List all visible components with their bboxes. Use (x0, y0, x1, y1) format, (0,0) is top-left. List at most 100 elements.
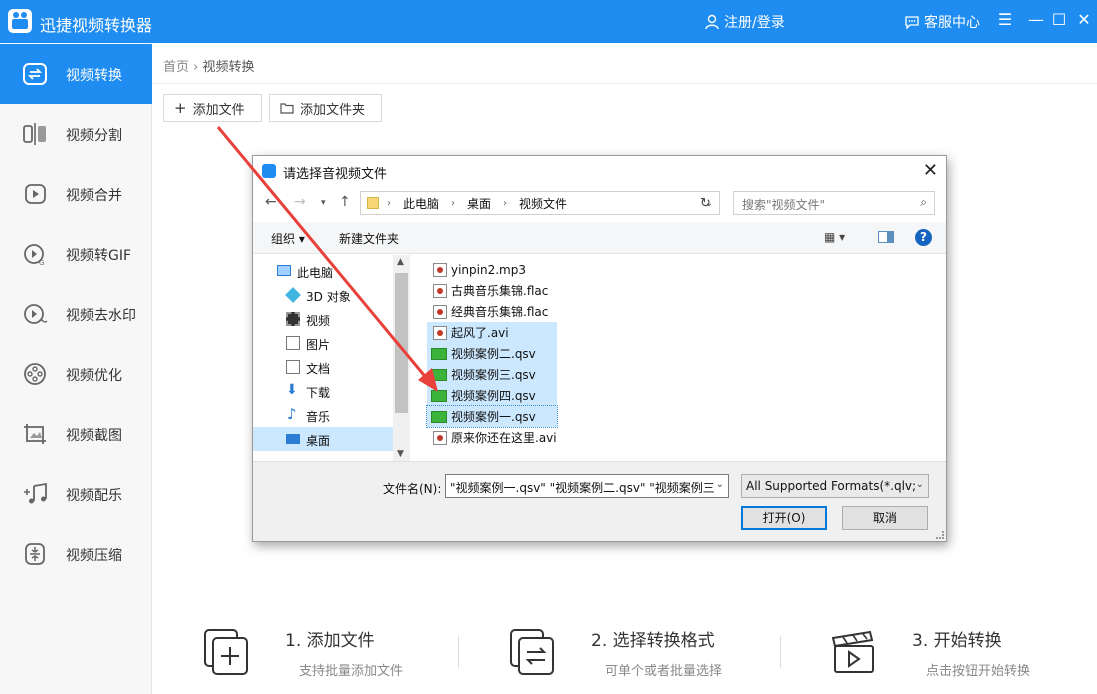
sidebar-item-label: 视频截图 (66, 428, 122, 444)
address-bar[interactable]: › 此电脑 › 桌面 › 视频文件 ⌄ (360, 191, 720, 215)
sidebar-item-video-merge[interactable]: 视频合并 (0, 164, 152, 224)
sidebar-item-video-music[interactable]: 视频配乐 (0, 464, 152, 524)
tree-item-label: 桌面 (306, 434, 331, 448)
compress-icon (25, 543, 45, 565)
add-folder-label: 添加文件夹 (300, 102, 366, 118)
merge-icon (25, 184, 46, 204)
screenshot-icon (24, 424, 46, 444)
file-item[interactable]: 起风了.avi (427, 322, 557, 343)
sidebar-item-video-compress[interactable]: 视频压缩 (0, 524, 152, 584)
chevron-right-icon: › (387, 197, 391, 209)
menu-icon[interactable]: ☰ (995, 10, 1015, 30)
sidebar-item-label: 视频分割 (66, 128, 122, 144)
add-folder-button[interactable]: 添加文件夹 (269, 94, 382, 122)
format-select[interactable]: All Supported Formats(*.qlv; ⌄ (741, 474, 929, 498)
step-start-convert: 3. 开始转换 点击按钮开始转换 (830, 622, 1080, 682)
tree-scrollbar[interactable]: ▲ ▼ (393, 255, 410, 461)
tree-item-pictures[interactable]: 图片 (253, 331, 393, 355)
forward-arrow-icon[interactable]: → (294, 194, 306, 210)
tree-item-label: 图片 (306, 338, 331, 352)
sidebar-item-video-split[interactable]: 视频分割 (0, 104, 152, 164)
resize-grip-icon[interactable] (936, 531, 944, 539)
search-placeholder: 搜索"视频文件" (742, 198, 826, 212)
chevron-down-icon[interactable]: ⌄ (916, 479, 924, 490)
recent-dropdown-icon[interactable]: ▾ (321, 198, 326, 208)
help-icon[interactable]: ? (915, 229, 932, 246)
svg-text:G: G (39, 259, 44, 266)
tree-item-videos[interactable]: 视频 (253, 307, 393, 331)
filename-input[interactable]: "视频案例一.qsv" "视频案例二.qsv" "视频案例三 ⌄ (445, 474, 729, 498)
close-icon[interactable]: ✕ (1074, 10, 1094, 30)
music-note-icon: ♪ (287, 405, 297, 423)
file-name: 视频案例四.qsv (451, 389, 536, 403)
path-segment[interactable]: 视频文件 (519, 195, 567, 212)
sidebar-item-video-screenshot[interactable]: 视频截图 (0, 404, 152, 464)
address-row: ← → ▾ ↑ › 此电脑 › 桌面 › 视频文件 ⌄ ↻ 搜索"视频文件" ⌕ (253, 186, 946, 220)
file-item[interactable]: 视频案例二.qsv (427, 343, 557, 364)
chat-icon (905, 16, 919, 30)
sidebar-item-label: 视频压缩 (66, 548, 122, 564)
minimize-icon[interactable]: — (1026, 10, 1046, 30)
tree-item-music[interactable]: ♪ 音乐 (253, 403, 393, 427)
login-label: 注册/登录 (724, 15, 785, 31)
search-input[interactable]: 搜索"视频文件" ⌕ (733, 191, 935, 215)
maximize-icon[interactable]: ☐ (1049, 10, 1069, 30)
organize-menu[interactable]: 组织 ▾ (271, 230, 305, 247)
app-title: 迅捷视频转换器 (40, 16, 153, 35)
sidebar-item-video-convert[interactable]: 视频转换 (0, 44, 152, 104)
view-options-icon[interactable]: ▦ ▾ (824, 230, 845, 244)
document-icon (286, 360, 300, 374)
film-icon (286, 312, 300, 326)
title-bar: 迅捷视频转换器 注册/登录 客服中心 ☰ — ☐ ✕ (0, 0, 1097, 43)
file-item[interactable]: 视频案例四.qsv (427, 385, 557, 406)
sidebar-item-video-watermark[interactable]: 视频去水印 (0, 284, 152, 344)
sidebar-item-label: 视频合并 (66, 188, 122, 204)
preview-pane-icon[interactable] (878, 231, 894, 243)
user-icon (705, 14, 719, 30)
media-file-icon (433, 262, 447, 277)
tree-item-label: 视频 (306, 314, 331, 328)
tree-item-desktop[interactable]: 桌面 (253, 427, 393, 451)
open-button[interactable]: 打开(O) (741, 506, 827, 530)
up-arrow-icon[interactable]: ↑ (339, 194, 351, 210)
path-segment[interactable]: 此电脑 (403, 195, 439, 212)
dialog-toolbar: 组织 ▾ 新建文件夹 ▦ ▾ ? (253, 222, 946, 254)
file-item[interactable]: 古典音乐集锦.flac (427, 280, 548, 301)
file-item[interactable]: 原来你还在这里.avi (427, 427, 557, 448)
file-item[interactable]: 视频案例三.qsv (427, 364, 557, 385)
file-name: 原来你还在这里.avi (451, 431, 557, 445)
filename-label: 文件名(N): (383, 482, 442, 496)
file-item[interactable]: yinpin2.mp3 (427, 259, 526, 280)
tree-item-downloads[interactable]: ⬇ 下载 (253, 379, 393, 403)
service-center-link[interactable]: 客服中心 (904, 12, 980, 32)
new-folder-button[interactable]: 新建文件夹 (339, 230, 399, 247)
chevron-down-icon[interactable]: ⌄ (716, 479, 724, 490)
add-file-button[interactable]: + 添加文件 (163, 94, 262, 122)
back-arrow-icon[interactable]: ← (265, 194, 277, 210)
sidebar-item-video-optimize[interactable]: 视频优化 (0, 344, 152, 404)
scrollbar-thumb[interactable] (395, 273, 408, 413)
file-item[interactable]: 视频案例一.qsv (426, 405, 558, 428)
path-segment[interactable]: 桌面 (467, 195, 491, 212)
scroll-down-icon[interactable]: ▼ (397, 449, 404, 459)
media-file-icon (433, 283, 447, 298)
breadcrumb-current: 视频转换 (202, 60, 255, 75)
file-name: 古典音乐集锦.flac (451, 284, 549, 298)
dialog-close-icon[interactable]: ✕ (923, 160, 938, 181)
cancel-button[interactable]: 取消 (842, 506, 928, 530)
file-item[interactable]: 经典音乐集锦.flac (427, 301, 548, 322)
filename-value: "视频案例一.qsv" "视频案例二.qsv" "视频案例三 (450, 481, 715, 495)
file-name: 视频案例三.qsv (451, 368, 536, 382)
scroll-up-icon[interactable]: ▲ (397, 257, 404, 267)
tree-item-this-pc[interactable]: 此电脑 (253, 259, 393, 283)
tree-item-documents[interactable]: 文档 (253, 355, 393, 379)
tree-item-3d-objects[interactable]: 3D 对象 (253, 283, 393, 307)
login-link[interactable]: 注册/登录 (704, 12, 785, 32)
sidebar-item-video-gif[interactable]: G 视频转GIF (0, 224, 152, 284)
step-desc: 支持批量添加文件 (299, 664, 404, 679)
step-desc: 点击按钮开始转换 (926, 664, 1031, 679)
cube-icon (285, 287, 301, 303)
refresh-icon[interactable]: ↻ (700, 196, 711, 211)
breadcrumb-home[interactable]: 首页 (163, 60, 189, 75)
convert-icon (23, 63, 47, 85)
